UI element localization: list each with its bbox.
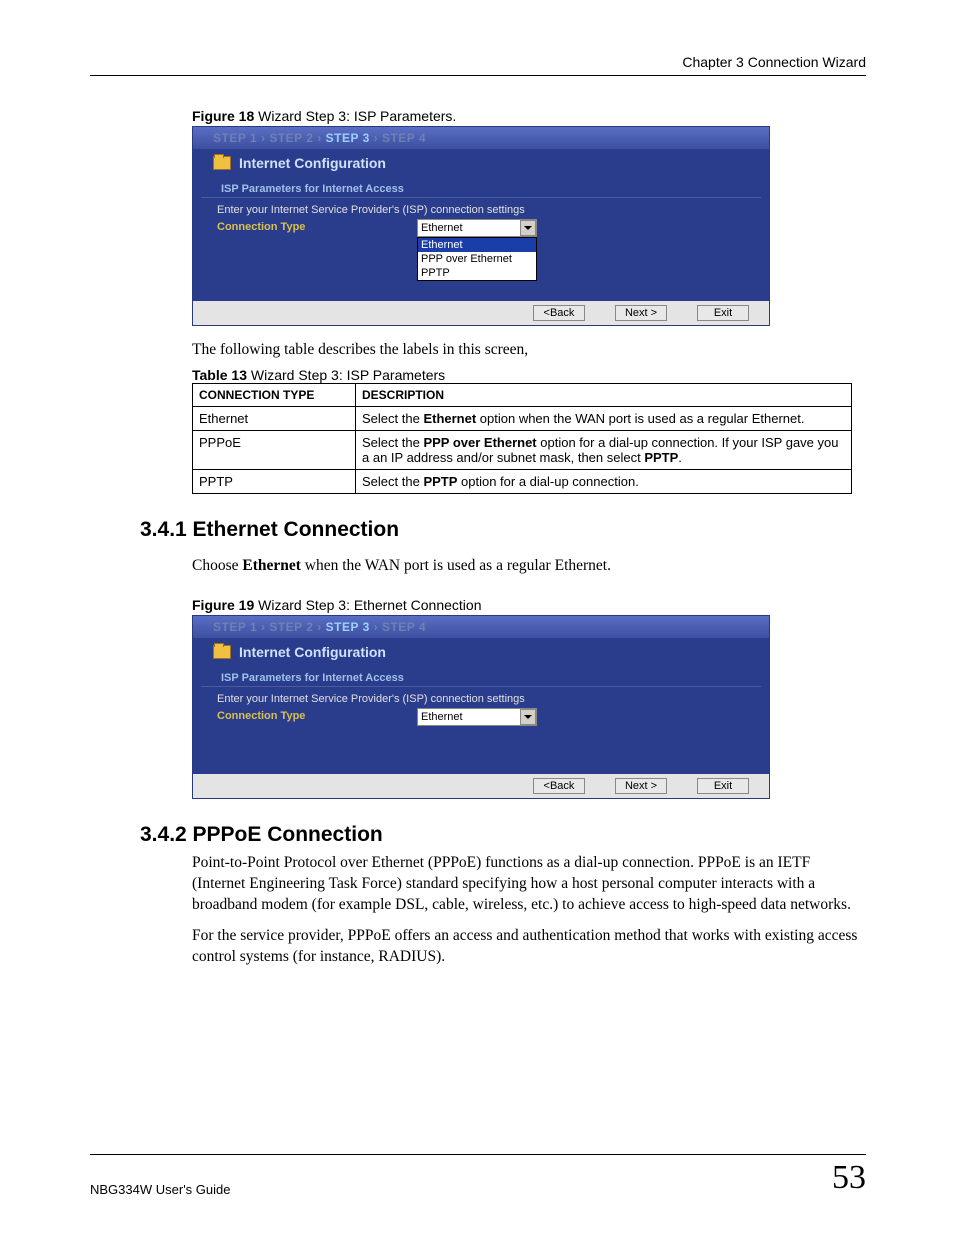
cell-pppoe: PPPoE [193,430,356,469]
exit-button[interactable]: Exit [697,305,749,321]
chapter-header: Chapter 3 Connection Wizard [90,54,866,76]
dropdown-list[interactable]: Ethernet PPP over Ethernet PPTP [417,237,537,281]
wizard-title: Internet Configuration [193,638,769,662]
step3-active: STEP 3 [326,620,370,634]
paragraph-1: The following table describes the labels… [192,340,866,361]
cell-pptp: PPTP [193,469,356,493]
figure19-caption: Figure 19 Wizard Step 3: Ethernet Connec… [192,597,866,613]
th-description: DESCRIPTION [356,383,852,406]
cell-ethernet-desc: Select the Ethernet option when the WAN … [356,406,852,430]
step1: STEP 1 [213,620,257,634]
wizard-body: Enter your Internet Service Provider's (… [193,687,769,774]
next-button[interactable]: Next > [615,778,667,794]
wizard-footer: <Back Next > Exit [193,774,769,798]
step2: STEP 2 [269,620,313,634]
wizard-body: Enter your Internet Service Provider's (… [193,198,769,301]
step3-active: STEP 3 [326,131,370,145]
back-button[interactable]: <Back [533,305,585,321]
table13-label: Table 13 [192,367,247,383]
dropdown-opt-pptp[interactable]: PPTP [418,266,536,280]
step2: STEP 2 [269,131,313,145]
connection-type-dropdown[interactable]: Ethernet [417,219,537,237]
wizard2-screenshot: STEP 1 › STEP 2 › STEP 3 › STEP 4 Intern… [192,615,770,799]
page-footer: NBG334W User's Guide 53 [90,1154,866,1197]
exit-button[interactable]: Exit [697,778,749,794]
dropdown-selected: Ethernet [421,222,463,234]
section-342-para1: Point-to-Point Protocol over Ethernet (P… [192,853,866,916]
figure18-caption: Figure 18 Wizard Step 3: ISP Parameters. [192,108,866,124]
wizard-step-bar: STEP 1 › STEP 2 › STEP 3 › STEP 4 [193,616,769,638]
table13-text: Wizard Step 3: ISP Parameters [247,367,445,383]
connection-type-label: Connection Type [217,708,417,722]
dropdown-opt-pppoe[interactable]: PPP over Ethernet [418,252,536,266]
wizard-title: Internet Configuration [193,149,769,173]
chevron-down-icon[interactable] [520,709,536,725]
wizard-instruction: Enter your Internet Service Provider's (… [217,204,745,216]
back-button[interactable]: <Back [533,778,585,794]
cell-pppoe-desc: Select the PPP over Ethernet option for … [356,430,852,469]
figure18-text: Wizard Step 3: ISP Parameters. [254,108,456,124]
dropdown-selected: Ethernet [421,711,463,723]
section-341-para: Choose Ethernet when the WAN port is use… [192,556,866,577]
table13-caption: Table 13 Wizard Step 3: ISP Parameters [192,367,866,383]
next-button[interactable]: Next > [615,305,667,321]
table-row: PPTP Select the PPTP option for a dial-u… [193,469,852,493]
section-342-para2: For the service provider, PPPoE offers a… [192,926,866,968]
folder-icon [213,156,231,170]
table13: CONNECTION TYPE DESCRIPTION Ethernet Sel… [192,383,852,494]
connection-type-label: Connection Type [217,219,417,233]
wizard-footer: <Back Next > Exit [193,301,769,325]
cell-pptp-desc: Select the PPTP option for a dial-up con… [356,469,852,493]
step4: STEP 4 [382,620,426,634]
section-341-heading: 3.4.1 Ethernet Connection [140,518,866,542]
step1: STEP 1 [213,131,257,145]
chevron-down-icon[interactable] [520,220,536,236]
wizard-title-text: Internet Configuration [239,644,386,660]
figure18-label: Figure 18 [192,108,254,124]
figure19-text: Wizard Step 3: Ethernet Connection [254,597,481,613]
figure19-label: Figure 19 [192,597,254,613]
th-connection-type: CONNECTION TYPE [193,383,356,406]
wizard1-screenshot: STEP 1 › STEP 2 › STEP 3 › STEP 4 Intern… [192,126,770,326]
folder-icon [213,645,231,659]
cell-ethernet: Ethernet [193,406,356,430]
footer-guide: NBG334W User's Guide [90,1182,230,1197]
table-row: Ethernet Select the Ethernet option when… [193,406,852,430]
table-row: PPPoE Select the PPP over Ethernet optio… [193,430,852,469]
step4: STEP 4 [382,131,426,145]
wizard-subtitle: ISP Parameters for Internet Access [201,662,761,687]
connection-type-dropdown[interactable]: Ethernet [417,708,537,726]
wizard-subtitle: ISP Parameters for Internet Access [201,173,761,198]
section-342-heading: 3.4.2 PPPoE Connection [140,823,866,847]
wizard-step-bar: STEP 1 › STEP 2 › STEP 3 › STEP 4 [193,127,769,149]
dropdown-opt-ethernet[interactable]: Ethernet [418,238,536,252]
wizard-instruction: Enter your Internet Service Provider's (… [217,693,745,705]
footer-page-number: 53 [832,1159,866,1197]
wizard-title-text: Internet Configuration [239,155,386,171]
